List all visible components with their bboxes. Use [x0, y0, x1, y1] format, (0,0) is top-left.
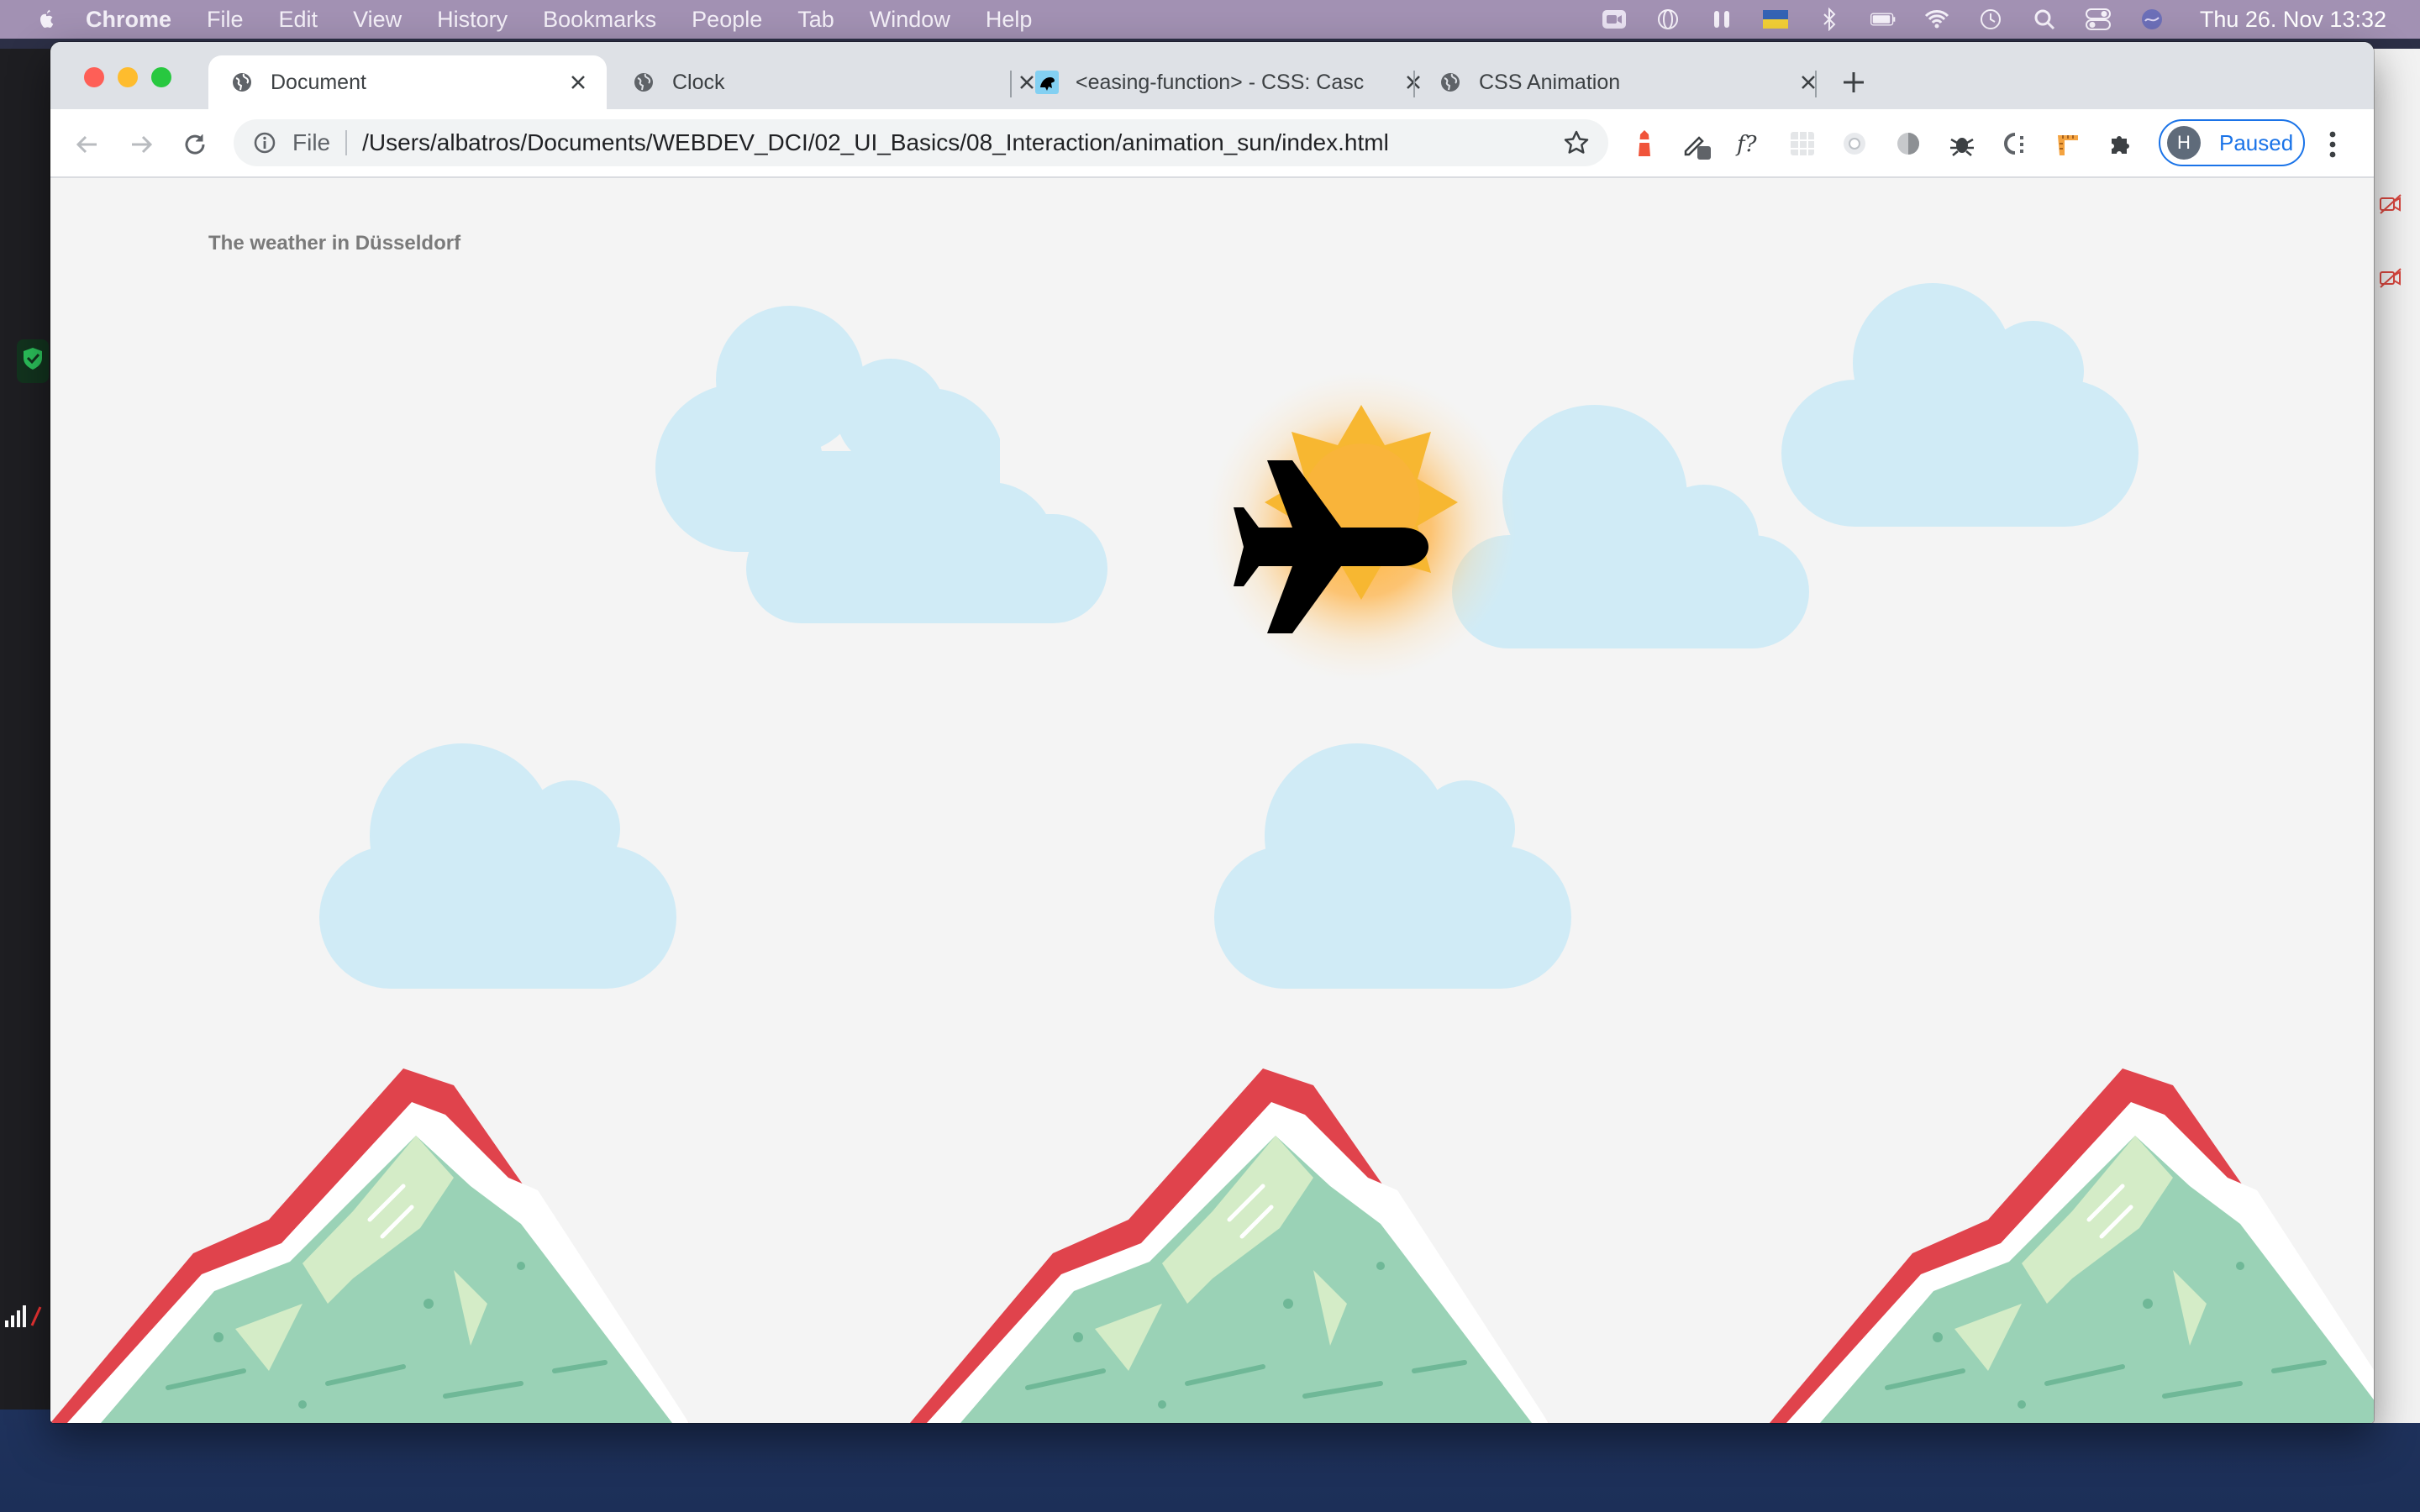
grid-extension-icon[interactable] — [1786, 128, 1818, 160]
menu-app-name[interactable]: Chrome — [86, 7, 171, 33]
mdn-icon — [1035, 71, 1059, 94]
tab-label: CSS Animation — [1479, 70, 1621, 94]
tab-label: <easing-function> - CSS: Casc — [1076, 70, 1365, 94]
info-icon[interactable] — [252, 130, 277, 155]
macos-menubar: Chrome File Edit View History Bookmarks … — [0, 0, 2420, 39]
chrome-menu-button[interactable] — [2323, 128, 2343, 161]
camera-icon[interactable] — [1602, 8, 1627, 30]
address-bar[interactable]: File /Users/albatros/Documents/WEBDEV_DC… — [234, 119, 1608, 166]
close-tab-icon[interactable] — [566, 71, 590, 94]
menu-people[interactable]: People — [692, 7, 762, 33]
css-extension-icon[interactable] — [1998, 128, 2030, 160]
apple-icon[interactable] — [34, 7, 59, 32]
spotlight-search-icon[interactable] — [2032, 8, 2057, 30]
status-area: Thu 26. Nov 13:32 — [1602, 0, 2386, 39]
forward-button[interactable] — [124, 128, 158, 161]
menu-edit[interactable]: Edit — [279, 7, 318, 33]
tab-css-animation[interactable]: CSS Animation — [1417, 55, 1837, 109]
svg-text:f?: f? — [1735, 132, 1758, 157]
menu-history[interactable]: History — [437, 7, 508, 33]
menubar-clock[interactable]: Thu 26. Nov 13:32 — [2200, 7, 2386, 33]
time-machine-icon[interactable] — [1978, 8, 2003, 30]
eye-extension-icon[interactable] — [1839, 128, 1870, 160]
signal-bars-icon — [5, 1305, 42, 1327]
tab-easing-function[interactable]: <easing-function> - CSS: Casc — [1013, 55, 1442, 109]
reload-icon — [185, 134, 205, 155]
tab-label: Clock — [672, 70, 725, 94]
new-tab-button[interactable] — [1837, 66, 1870, 99]
plus-icon — [1844, 72, 1864, 92]
muted-camera-icon — [2380, 268, 2402, 288]
keyboard-flag-icon[interactable] — [1762, 8, 1788, 30]
menu-help[interactable]: Help — [986, 7, 1033, 33]
tab-document[interactable]: Document — [208, 55, 607, 109]
page-title: The weather in Düsseldorf — [208, 232, 461, 255]
font-function-extension-icon[interactable]: f? — [1734, 128, 1766, 160]
menu-window[interactable]: Window — [870, 7, 950, 33]
reload-button[interactable] — [178, 128, 212, 161]
close-window-button[interactable] — [84, 67, 104, 87]
contrast-extension-icon[interactable] — [1892, 128, 1924, 160]
eyedropper-extension-icon[interactable] — [1681, 128, 1712, 160]
network-globe-icon[interactable] — [1655, 8, 1681, 30]
tab-label: Document — [271, 70, 366, 94]
profile-button[interactable]: H Paused — [2159, 119, 2305, 166]
airplane-icon — [1234, 460, 1428, 633]
tab-clock[interactable]: Clock — [610, 55, 1055, 109]
mountain-range — [50, 1052, 2374, 1423]
background-app-right — [2371, 49, 2420, 1423]
lighthouse-extension-icon[interactable] — [1628, 128, 1660, 160]
background-app-left — [0, 49, 52, 1410]
menu-view[interactable]: View — [353, 7, 402, 33]
control-center-icon[interactable] — [2085, 8, 2111, 30]
menu-tab[interactable]: Tab — [797, 7, 834, 33]
wifi-icon[interactable] — [1924, 8, 1949, 30]
siri-icon[interactable] — [2139, 8, 2165, 30]
puzzle-extensions-icon[interactable] — [2104, 128, 2136, 160]
menu-file[interactable]: File — [207, 7, 244, 33]
url-scheme-label: File — [292, 129, 331, 155]
globe-icon — [632, 71, 655, 94]
url-divider — [345, 130, 348, 155]
cloud — [1781, 283, 2139, 527]
arrow-right-icon — [132, 135, 153, 154]
avatar: H — [2167, 126, 2201, 160]
menu-bookmarks[interactable]: Bookmarks — [543, 7, 656, 33]
browser-toolbar: File /Users/albatros/Documents/WEBDEV_DC… — [50, 109, 2374, 178]
battery-icon[interactable] — [1870, 8, 1896, 30]
arrow-left-icon — [76, 135, 97, 154]
muted-camera-icon — [2380, 194, 2402, 214]
back-button[interactable] — [71, 128, 104, 161]
tab-separator — [1815, 71, 1817, 97]
globe-icon — [230, 71, 254, 94]
minimize-window-button[interactable] — [118, 67, 138, 87]
zoom-window-button[interactable] — [151, 67, 171, 87]
bookmark-star-icon[interactable] — [1563, 129, 1590, 156]
cloud — [319, 743, 676, 989]
tab-strip: Document Clock <easing-function> - CSS: … — [50, 42, 2374, 109]
url-text[interactable]: /Users/albatros/Documents/WEBDEV_DCI/02_… — [362, 129, 1389, 156]
more-vertical-icon — [2329, 131, 2336, 158]
shield-icon — [17, 339, 49, 383]
globe-icon — [1439, 71, 1462, 94]
chrome-window: Document Clock <easing-function> - CSS: … — [50, 42, 2374, 1423]
profile-status-label: Paused — [2219, 129, 2294, 155]
airpods-icon[interactable] — [1709, 8, 1734, 30]
bug-extension-icon[interactable] — [1946, 128, 1978, 160]
cloud — [1214, 743, 1571, 989]
page-viewport: The weather in Düsseldorf — [50, 178, 2374, 1423]
bluetooth-icon[interactable] — [1817, 8, 1842, 31]
ruler-extension-icon[interactable] — [2052, 128, 2084, 160]
tab-separator — [1413, 71, 1415, 97]
tab-separator — [1010, 71, 1012, 97]
cloud — [746, 482, 1107, 623]
